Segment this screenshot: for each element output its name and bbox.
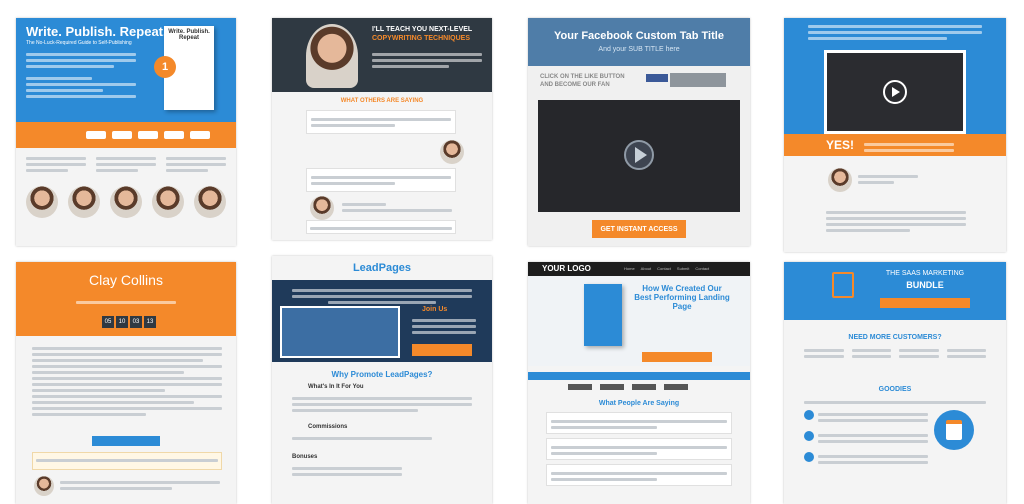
- header-title: THE SAAS MARKETING: [885, 270, 965, 277]
- avatar: [306, 24, 358, 88]
- hero-section: Write. Publish. Repeat. The No-Luck-Requ…: [16, 18, 236, 122]
- avatar: [194, 186, 226, 218]
- book-cover: Write. Publish. Repeat 1: [154, 26, 214, 110]
- testimonial: [306, 110, 456, 134]
- tab-subtitle: And your SUB TITLE here: [598, 46, 680, 53]
- orange-band: [16, 122, 236, 148]
- hero-title: Write. Publish. Repeat.: [26, 24, 167, 39]
- timer-cell: 05: [102, 316, 114, 328]
- hero-section: How We Created Our Best Performing Landi…: [528, 276, 750, 366]
- list-item: Bonuses: [292, 454, 318, 460]
- list-item: What's In It For You: [308, 384, 364, 390]
- author-name: Clay Collins: [89, 272, 163, 288]
- play-icon[interactable]: [624, 140, 654, 170]
- logo: LeadPages: [352, 262, 412, 274]
- cta-button[interactable]: [92, 436, 160, 446]
- section-heading: WHAT OTHERS ARE SAYING: [340, 98, 424, 104]
- nav-link[interactable]: Contact: [657, 266, 671, 271]
- partner-logos: [568, 384, 688, 390]
- hero-headline: How We Created Our Best Performing Landi…: [634, 284, 730, 311]
- avatar: [26, 186, 58, 218]
- template-leadpages-affiliate[interactable]: LeadPages Join Us Why Promote LeadPages?…: [272, 256, 492, 504]
- hero-section: Join Us: [272, 280, 492, 362]
- cta-button[interactable]: GET INSTANT ACCESS: [592, 220, 686, 238]
- bag-icon: [832, 272, 854, 298]
- template-saas-bundle[interactable]: THE SAAS MARKETING BUNDLE NEED MORE CUST…: [784, 262, 1006, 504]
- section-heading: GOODIES: [878, 386, 912, 393]
- avatar: [310, 196, 334, 220]
- logo: YOUR LOGO: [542, 264, 591, 273]
- section-heading: Why Promote LeadPages?: [331, 370, 433, 379]
- testimonial: [32, 452, 222, 470]
- video-player[interactable]: [538, 100, 740, 212]
- hero-headline: I'LL TEACH YOU NEXT-LEVEL: [372, 26, 473, 33]
- nav-link[interactable]: Contact: [695, 266, 709, 271]
- hero-subtitle: The No-Luck-Required Guide to Self-Publi…: [26, 40, 132, 46]
- header-title-2: BUNDLE: [906, 280, 944, 290]
- navbar: YOUR LOGO Home About Contact Submit Cont…: [528, 262, 750, 276]
- play-icon[interactable]: [883, 80, 907, 104]
- badge: 1: [154, 56, 176, 78]
- cta-button[interactable]: [880, 298, 970, 308]
- feature-band: [528, 372, 750, 380]
- template-your-logo[interactable]: YOUR LOGO Home About Contact Submit Cont…: [528, 262, 750, 504]
- countdown-timer: 05 10 03 13: [102, 316, 156, 328]
- timer-cell: 13: [144, 316, 156, 328]
- avatar: [68, 186, 100, 218]
- hero-headline-2: COPYWRITING TECHNIQUES: [372, 35, 471, 42]
- avatar: [440, 140, 464, 164]
- book-title: Write. Publish. Repeat: [168, 29, 210, 41]
- header: Your Facebook Custom Tab Title And your …: [528, 18, 750, 66]
- header: THE SAAS MARKETING BUNDLE: [784, 262, 1006, 320]
- timer-cell: 10: [116, 316, 128, 328]
- avatar: [152, 186, 184, 218]
- like-button[interactable]: [646, 74, 668, 82]
- testimonial: [546, 464, 732, 486]
- like-prompt: CLICK ON THE LIKE BUTTON: [540, 74, 625, 80]
- avatar: [110, 186, 142, 218]
- testimonial: [546, 412, 732, 434]
- section-heading: NEED MORE CUSTOMERS?: [848, 334, 942, 341]
- join-button[interactable]: [412, 344, 472, 356]
- header: Clay Collins 05 10 03 13: [16, 262, 236, 336]
- section-heading: What People Are Saying: [598, 400, 680, 407]
- template-clay-collins[interactable]: Clay Collins 05 10 03 13: [16, 262, 236, 504]
- yes-band: YES!: [784, 134, 1006, 156]
- book-cover: [584, 284, 622, 346]
- testimonial: [306, 220, 456, 234]
- fan-photos: [670, 73, 726, 87]
- testimonial-avatars: [26, 186, 226, 218]
- screenshot-image: [280, 306, 400, 358]
- like-prompt-2: AND BECOME OUR FAN: [540, 82, 610, 88]
- hero-section: I'LL TEACH YOU NEXT-LEVEL COPYWRITING TE…: [272, 18, 492, 92]
- landing-page-template-gallery: Write. Publish. Repeat. The No-Luck-Requ…: [0, 0, 1024, 504]
- timer-cell: 03: [130, 316, 142, 328]
- template-facebook-tab[interactable]: Your Facebook Custom Tab Title And your …: [528, 18, 750, 246]
- video-player[interactable]: [824, 50, 966, 134]
- template-write-publish-repeat[interactable]: Write. Publish. Repeat. The No-Luck-Requ…: [16, 18, 236, 246]
- list-item: Commissions: [308, 424, 348, 430]
- template-video-optin[interactable]: YES!: [784, 18, 1006, 252]
- cta-button[interactable]: [642, 352, 712, 362]
- avatar: [828, 168, 852, 192]
- template-copywriting-teacher[interactable]: I'LL TEACH YOU NEXT-LEVEL COPYWRITING TE…: [272, 18, 492, 240]
- join-heading: Join Us: [422, 306, 448, 313]
- avatar: [34, 476, 54, 496]
- testimonial: [306, 168, 456, 192]
- nav-link[interactable]: Home: [624, 266, 635, 271]
- nav-link[interactable]: Submit: [677, 266, 689, 271]
- tab-title: Your Facebook Custom Tab Title: [554, 30, 724, 42]
- yes-label: YES!: [826, 138, 855, 152]
- nav-link[interactable]: About: [641, 266, 651, 271]
- testimonial: [546, 438, 732, 460]
- clipboard-icon: [934, 410, 974, 450]
